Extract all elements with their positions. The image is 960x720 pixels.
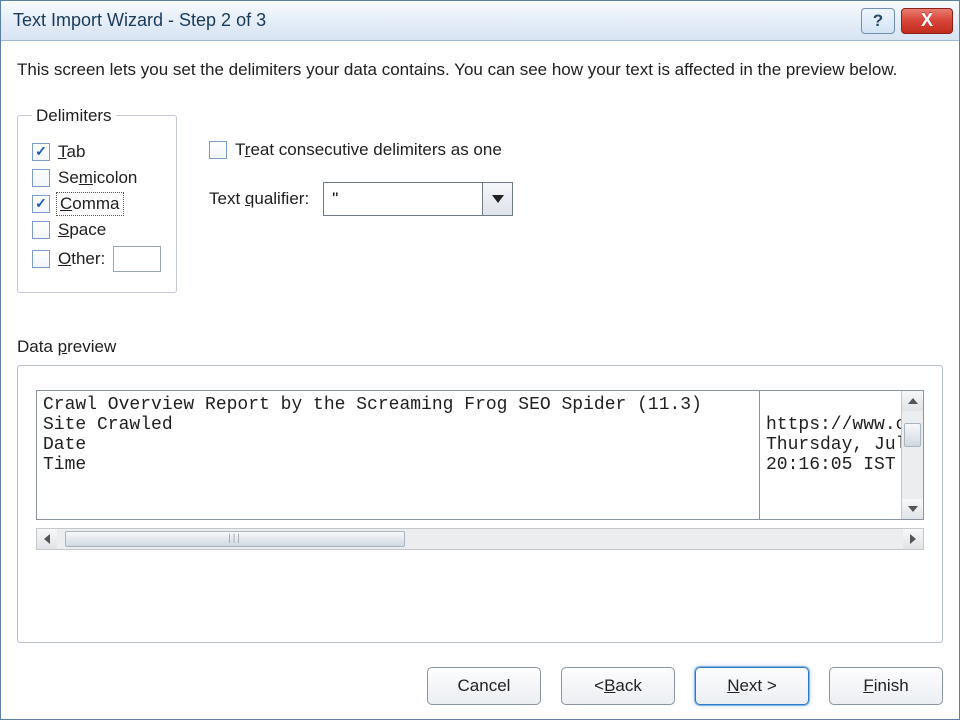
treat-consecutive-label: Treat consecutive delimiters as one xyxy=(235,140,502,160)
horizontal-scrollbar[interactable] xyxy=(36,528,924,550)
checkbox-icon xyxy=(32,221,50,239)
client-area: This screen lets you set the delimiters … xyxy=(1,41,959,655)
preview-column-2: https://www.c Thursday, Jul 20:16:05 IST xyxy=(759,391,901,519)
scroll-right-icon[interactable] xyxy=(903,529,923,549)
data-preview-box: Crawl Overview Report by the Screaming F… xyxy=(17,365,943,643)
chevron-down-icon[interactable] xyxy=(483,182,513,216)
help-icon: ? xyxy=(873,11,883,31)
data-preview-section: Data preview Crawl Overview Report by th… xyxy=(17,337,943,643)
back-button[interactable]: < Back xyxy=(561,667,675,705)
scroll-up-icon[interactable] xyxy=(902,391,923,411)
checkbox-icon xyxy=(32,195,50,213)
close-button[interactable]: X xyxy=(901,8,953,34)
vertical-scrollbar[interactable] xyxy=(901,391,923,519)
data-preview-table: Crawl Overview Report by the Screaming F… xyxy=(36,390,924,520)
delimiters-legend: Delimiters xyxy=(32,106,116,126)
close-icon: X xyxy=(921,10,933,31)
wizard-button-row: Cancel < Back Next > Finish xyxy=(1,655,959,719)
delimiter-tab[interactable]: Tab xyxy=(32,142,162,162)
delimiters-group: Delimiters Tab Semicolon Comma Space xyxy=(17,106,177,293)
delimiter-space[interactable]: Space xyxy=(32,220,162,240)
extra-options: Treat consecutive delimiters as one Text… xyxy=(209,106,513,216)
options-row: Delimiters Tab Semicolon Comma Space xyxy=(17,106,943,293)
help-button[interactable]: ? xyxy=(861,8,895,34)
text-qualifier-combo[interactable] xyxy=(323,182,513,216)
delimiter-label: Space xyxy=(58,220,106,240)
scroll-track[interactable] xyxy=(57,529,903,549)
next-button[interactable]: Next > xyxy=(695,667,809,705)
scroll-left-icon[interactable] xyxy=(37,529,57,549)
treat-consecutive-checkbox[interactable]: Treat consecutive delimiters as one xyxy=(209,140,513,160)
delimiter-label: Other: xyxy=(58,249,105,269)
delimiter-label: Semicolon xyxy=(58,168,137,188)
text-qualifier-row: Text qualifier: xyxy=(209,182,513,216)
text-qualifier-label: Text qualifier: xyxy=(209,189,309,209)
text-qualifier-input[interactable] xyxy=(323,182,483,216)
scroll-thumb[interactable] xyxy=(65,531,405,547)
delimiter-semicolon[interactable]: Semicolon xyxy=(32,168,162,188)
scroll-thumb[interactable] xyxy=(904,423,921,447)
delimiter-other[interactable]: Other: xyxy=(32,246,162,272)
titlebar: Text Import Wizard - Step 2 of 3 ? X xyxy=(1,1,959,41)
cancel-button[interactable]: Cancel xyxy=(427,667,541,705)
checkbox-icon xyxy=(32,169,50,187)
delimiter-label: Tab xyxy=(58,142,85,162)
checkbox-icon xyxy=(209,141,227,159)
text-import-wizard-window: Text Import Wizard - Step 2 of 3 ? X Thi… xyxy=(0,0,960,720)
delimiter-comma[interactable]: Comma xyxy=(32,194,162,214)
finish-button[interactable]: Finish xyxy=(829,667,943,705)
delimiter-other-input[interactable] xyxy=(113,246,161,272)
instruction-text: This screen lets you set the delimiters … xyxy=(17,59,943,82)
scroll-down-icon[interactable] xyxy=(902,499,923,519)
checkbox-icon xyxy=(32,143,50,161)
data-preview-label: Data preview xyxy=(17,337,943,357)
window-title: Text Import Wizard - Step 2 of 3 xyxy=(13,10,855,31)
delimiter-label: Comma xyxy=(58,194,122,214)
preview-column-1: Crawl Overview Report by the Screaming F… xyxy=(37,391,759,519)
checkbox-icon xyxy=(32,250,50,268)
